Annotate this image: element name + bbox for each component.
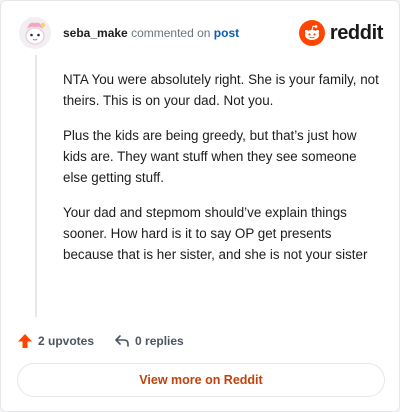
reddit-wordmark: reddit — [329, 21, 384, 44]
comment-actions: 2 upvotes 0 replies — [17, 331, 204, 351]
upvote-button[interactable]: 2 upvotes — [17, 333, 94, 349]
comment-paragraph: Plus the kids are being greedy, but that… — [63, 128, 357, 185]
view-more-button[interactable]: View more on Reddit — [17, 363, 385, 397]
comment-meta: seba_make commented on post — [63, 26, 239, 40]
comment-body: NTA You were absolutely right. She is yo… — [63, 69, 383, 279]
comment-paragraph: Your dad and stepmom should’ve explain t… — [63, 205, 368, 262]
replies-count: 0 replies — [135, 334, 184, 348]
replies-button[interactable]: 0 replies — [114, 333, 184, 349]
avatar[interactable] — [19, 17, 51, 49]
reddit-logo[interactable]: reddit — [298, 19, 384, 47]
avatar-icon — [19, 17, 51, 49]
upvote-arrow-icon — [18, 334, 32, 348]
reply-arrow-icon — [115, 335, 129, 347]
comment-header: seba_make commented on post reddit — [19, 17, 383, 51]
post-link[interactable]: post — [214, 26, 239, 40]
comment-card: seba_make commented on post reddit NTA Y… — [0, 0, 400, 412]
comment-paragraph: NTA You were absolutely right. She is yo… — [63, 72, 379, 108]
username[interactable]: seba_make — [63, 26, 128, 40]
reddit-icon — [298, 20, 325, 46]
thread-line — [35, 55, 37, 317]
upvotes-count: 2 upvotes — [38, 334, 95, 348]
action-text: commented on — [131, 26, 211, 40]
